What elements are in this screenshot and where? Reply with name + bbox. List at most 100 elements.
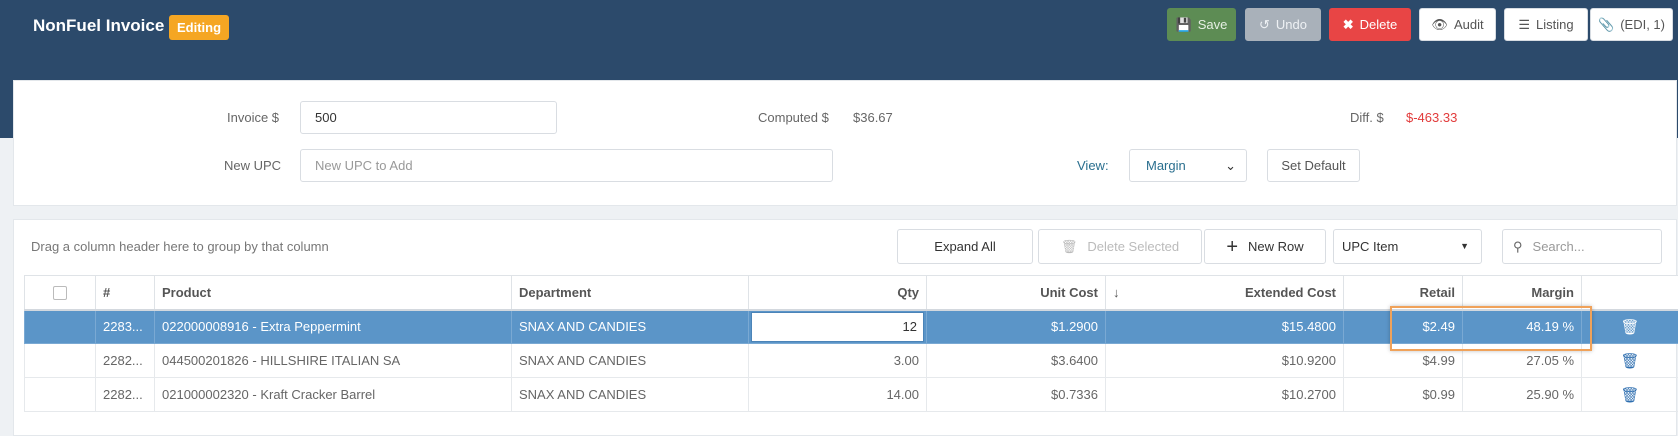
row-product[interactable]: 022000008916 - Extra Peppermint xyxy=(154,309,512,344)
row-retail[interactable]: $4.99 xyxy=(1343,343,1463,378)
computed-label: Computed $ xyxy=(758,110,829,125)
row-qty[interactable]: 14.00 xyxy=(748,377,927,412)
expand-all-button[interactable]: Expand All xyxy=(897,229,1033,264)
undo-icon: ↺ xyxy=(1259,17,1270,32)
row-unit-cost[interactable]: $3.6400 xyxy=(926,343,1106,378)
select-all-checkbox-cell[interactable] xyxy=(24,275,96,311)
table-row[interactable]: 2282... 044500201826 - HILLSHIRE ITALIAN… xyxy=(24,343,1678,378)
row-department[interactable]: SNAX AND CANDIES xyxy=(511,343,749,378)
group-by-hint: Drag a column header here to group by th… xyxy=(31,239,329,254)
row-retail[interactable]: $0.99 xyxy=(1343,377,1463,412)
table-row[interactable]: 2282... 021000002320 - Kraft Cracker Bar… xyxy=(24,377,1678,412)
undo-label: Undo xyxy=(1275,17,1307,32)
invoice-items-grid: # Product Department Qty Unit Cost ↓ Ext… xyxy=(24,275,1678,412)
new-upc-label: New UPC xyxy=(224,158,282,173)
edi-attachment-button[interactable]: 📎 (EDI, 1) xyxy=(1590,8,1673,41)
page-title: NonFuel Invoice xyxy=(33,16,165,35)
trash-icon: 🗑 xyxy=(1060,239,1078,254)
row-department[interactable]: SNAX AND CANDIES xyxy=(511,377,749,412)
qty-edit-input[interactable]: 12 xyxy=(751,311,924,342)
paperclip-icon: 📎 xyxy=(1598,17,1615,32)
audit-button[interactable]: 👁 Audit xyxy=(1419,8,1496,41)
extended-cost-label: Extended Cost xyxy=(1244,284,1336,300)
caret-down-icon: ▼ xyxy=(1460,241,1469,251)
column-header-extended-cost[interactable]: ↓ Extended Cost xyxy=(1105,275,1344,311)
row-extended-cost[interactable]: $15.4800 xyxy=(1105,309,1344,344)
eye-icon: 👁 xyxy=(1431,17,1448,32)
row-retail[interactable]: $2.49 xyxy=(1343,309,1463,344)
close-icon: ✖ xyxy=(1342,17,1354,32)
new-row-button[interactable]: + New Row xyxy=(1204,229,1326,264)
row-number: 2282... xyxy=(95,343,155,378)
row-extended-cost[interactable]: $10.9200 xyxy=(1105,343,1344,378)
listing-button[interactable]: ☰ Listing xyxy=(1504,8,1588,41)
row-margin[interactable]: 25.90 % xyxy=(1462,377,1582,412)
view-select-value: Margin xyxy=(1146,158,1186,173)
table-row[interactable]: 2283... 022000008916 - Extra Peppermint … xyxy=(24,309,1678,344)
row-delete-cell[interactable]: 🗑 xyxy=(1581,343,1678,378)
item-type-select[interactable]: UPC Item ▼ xyxy=(1333,229,1482,264)
diff-value: $-463.33 xyxy=(1406,110,1458,125)
diff-label: Diff. $ xyxy=(1350,110,1384,125)
sort-arrow-icon: ↓ xyxy=(1113,284,1120,300)
row-number: 2283... xyxy=(95,309,155,344)
save-icon: 💾 xyxy=(1175,17,1192,32)
plus-icon: + xyxy=(1226,235,1239,258)
invoice-amount-label: Invoice $ xyxy=(227,110,280,125)
column-header-actions xyxy=(1581,275,1678,311)
undo-button[interactable]: ↺ Undo xyxy=(1245,8,1321,41)
row-unit-cost[interactable]: $1.2900 xyxy=(926,309,1106,344)
column-header-margin[interactable]: Margin xyxy=(1462,275,1582,311)
save-label: Save xyxy=(1197,17,1228,32)
row-margin[interactable]: 48.19 % xyxy=(1462,309,1582,344)
row-qty[interactable]: 3.00 xyxy=(748,343,927,378)
column-header-number[interactable]: # xyxy=(95,275,155,311)
status-badge: Editing xyxy=(169,15,230,40)
delete-selected-label: Delete Selected xyxy=(1087,239,1180,254)
delete-label: Delete xyxy=(1359,17,1398,32)
row-product[interactable]: 044500201826 - HILLSHIRE ITALIAN SA xyxy=(154,343,512,378)
view-label: View: xyxy=(1077,158,1109,173)
search-icon: ⚲ xyxy=(1513,239,1523,254)
column-header-department[interactable]: Department xyxy=(511,275,749,311)
row-unit-cost[interactable]: $0.7336 xyxy=(926,377,1106,412)
grid-header-row: # Product Department Qty Unit Cost ↓ Ext… xyxy=(24,275,1678,311)
new-upc-input[interactable]: New UPC to Add xyxy=(300,149,833,182)
row-select-cell[interactable] xyxy=(24,309,96,344)
delete-selected-button[interactable]: 🗑 Delete Selected xyxy=(1038,229,1202,264)
row-delete-cell[interactable]: 🗑 xyxy=(1581,309,1678,344)
save-button[interactable]: 💾 Save xyxy=(1167,8,1236,41)
trash-icon[interactable]: 🗑 xyxy=(1620,318,1639,336)
list-icon: ☰ xyxy=(1518,17,1531,32)
chevron-down-icon: ⌄ xyxy=(1225,158,1236,173)
trash-icon[interactable]: 🗑 xyxy=(1620,386,1639,404)
select-all-checkbox[interactable] xyxy=(53,286,67,301)
row-margin[interactable]: 27.05 % xyxy=(1462,343,1582,378)
column-header-retail[interactable]: Retail xyxy=(1343,275,1463,311)
row-product[interactable]: 021000002320 - Kraft Cracker Barrel xyxy=(154,377,512,412)
set-default-button[interactable]: Set Default xyxy=(1267,149,1360,182)
view-select[interactable]: Margin ⌄ xyxy=(1129,149,1247,182)
invoice-form-card xyxy=(13,80,1677,206)
listing-label: Listing xyxy=(1536,17,1574,32)
audit-label: Audit xyxy=(1453,17,1484,32)
invoice-amount-input[interactable]: 500 xyxy=(300,101,557,134)
search-input[interactable]: ⚲ Search... xyxy=(1502,229,1662,264)
row-extended-cost[interactable]: $10.2700 xyxy=(1105,377,1344,412)
edi-label: (EDI, 1) xyxy=(1620,17,1665,32)
column-header-unit-cost[interactable]: Unit Cost xyxy=(926,275,1106,311)
trash-icon[interactable]: 🗑 xyxy=(1620,352,1639,370)
row-delete-cell[interactable]: 🗑 xyxy=(1581,377,1678,412)
delete-button[interactable]: ✖ Delete xyxy=(1329,8,1411,41)
row-number: 2282... xyxy=(95,377,155,412)
column-header-qty[interactable]: Qty xyxy=(748,275,927,311)
search-placeholder: Search... xyxy=(1532,239,1585,254)
row-department[interactable]: SNAX AND CANDIES xyxy=(511,309,749,344)
computed-value: $36.67 xyxy=(853,110,893,125)
row-select-cell[interactable] xyxy=(24,343,96,378)
new-row-label: New Row xyxy=(1248,239,1304,254)
row-select-cell[interactable] xyxy=(24,377,96,412)
item-type-value: UPC Item xyxy=(1342,239,1399,254)
column-header-product[interactable]: Product xyxy=(154,275,512,311)
row-qty-cell[interactable]: 12 xyxy=(748,309,927,344)
